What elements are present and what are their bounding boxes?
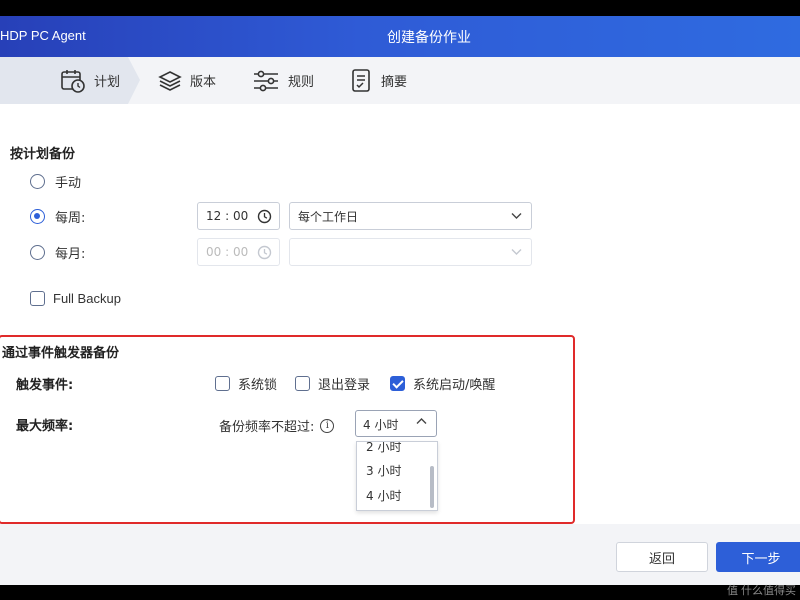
stack-icon	[158, 70, 182, 91]
radio-label: 每月:	[55, 247, 86, 262]
title-bar: HDP PC Agent 创建备份作业	[0, 16, 800, 57]
chevron-up-icon	[416, 418, 427, 424]
event-checkbox[interactable]	[215, 376, 230, 391]
chevron-down-icon	[511, 213, 522, 219]
checkbox-label: 系统锁	[238, 378, 278, 393]
wizard-steps: 卷 计划 版本 规则 摘要	[0, 57, 800, 104]
select-value: 每个工作日	[298, 209, 359, 224]
watermark: 值 什么值得买	[726, 585, 796, 597]
step-schedule[interactable]: 计划	[0, 57, 140, 104]
document-check-icon	[352, 68, 370, 92]
radio-monthly[interactable]: 每月:	[30, 243, 85, 262]
frequency-dropdown-list: 2 小时 3 小时 4 小时	[356, 441, 438, 511]
radio-manual[interactable]: 手动	[30, 172, 81, 191]
event-system-lock[interactable]: 系统锁	[215, 374, 277, 393]
monthly-day-select[interactable]	[289, 238, 532, 266]
monthly-time-field[interactable]: 00 : 00	[197, 238, 280, 266]
frequency-select[interactable]: 4 小时	[355, 410, 437, 437]
frequency-label-text: 备份频率不超过:	[219, 420, 315, 435]
sliders-icon	[254, 70, 278, 91]
calendar-clock-icon	[61, 69, 85, 93]
info-icon[interactable]: i	[320, 418, 335, 433]
checkbox-label: 退出登录	[318, 378, 371, 393]
step-summary[interactable]: 摘要	[351, 57, 407, 104]
event-checkbox[interactable]	[390, 376, 405, 391]
time-value: 12 : 00	[206, 209, 249, 223]
footer-bar: 返回 下一步	[0, 524, 800, 585]
clock-icon[interactable]	[257, 209, 272, 224]
event-startup-wake[interactable]: 系统启动/唤醒	[390, 374, 495, 393]
event-logout[interactable]: 退出登录	[295, 374, 370, 393]
max-frequency-label: 最大频率:	[16, 419, 74, 434]
time-value: 00 : 00	[206, 245, 249, 259]
app-name: HDP PC Agent	[0, 28, 86, 43]
step-label: 版本	[190, 75, 217, 90]
full-backup-checkbox[interactable]	[30, 291, 45, 306]
frequency-limit-label: 备份频率不超过: i	[219, 416, 335, 435]
step-rules[interactable]: 规则	[252, 57, 314, 104]
checkbox-label: Full Backup	[53, 291, 121, 306]
dropdown-option[interactable]: 4 小时	[366, 487, 401, 504]
radio-label: 每周:	[55, 211, 86, 226]
full-backup-option[interactable]: Full Backup	[30, 291, 121, 306]
radio-button[interactable]	[30, 209, 45, 224]
step-label: 摘要	[381, 75, 408, 90]
checkbox-label: 系统启动/唤醒	[413, 378, 496, 393]
dropdown-option[interactable]: 3 小时	[366, 462, 401, 479]
schedule-section-title: 按计划备份	[10, 147, 76, 162]
dialog-title: 创建备份作业	[387, 30, 471, 46]
backup-job-window: HDP PC Agent 创建备份作业 卷 计划 版本 规则 摘要 按计划备份 …	[0, 16, 800, 585]
next-button[interactable]: 下一步	[716, 542, 800, 572]
radio-button[interactable]	[30, 245, 45, 260]
chevron-down-icon	[511, 249, 522, 255]
trigger-section-title: 通过事件触发器备份	[2, 346, 120, 361]
back-button[interactable]: 返回	[616, 542, 708, 572]
trigger-events-label: 触发事件:	[16, 378, 74, 393]
step-version[interactable]: 版本	[158, 57, 216, 104]
event-checkbox[interactable]	[295, 376, 310, 391]
radio-label: 手动	[55, 176, 82, 191]
schedule-panel: 按计划备份 手动 每周: 每月: 12 : 00 每个工作日 00 : 00 F…	[0, 104, 800, 524]
radio-weekly[interactable]: 每周:	[30, 207, 85, 226]
weekly-time-field[interactable]: 12 : 00	[197, 202, 280, 230]
radio-button[interactable]	[30, 174, 45, 189]
step-label: 规则	[288, 75, 315, 90]
clock-icon	[257, 245, 272, 260]
dropdown-scrollbar[interactable]	[430, 466, 434, 508]
weekly-day-select[interactable]: 每个工作日	[289, 202, 532, 230]
step-label: 计划	[94, 75, 121, 90]
select-value: 4 小时	[363, 418, 399, 432]
dropdown-option[interactable]: 2 小时	[366, 442, 401, 455]
